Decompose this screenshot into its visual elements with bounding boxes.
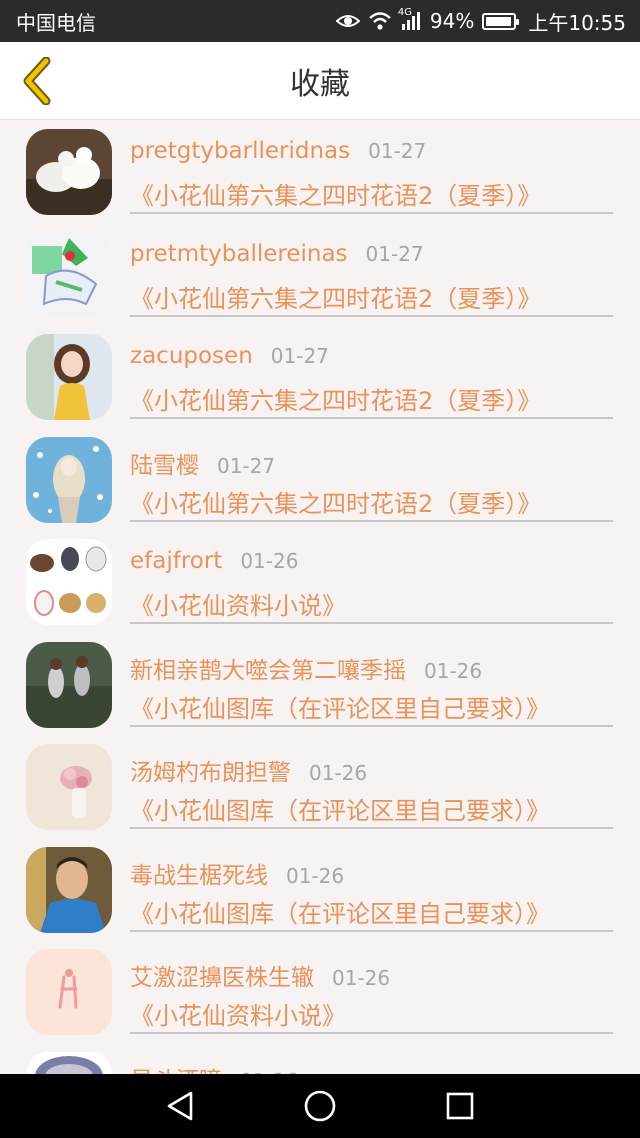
favorite-title[interactable]: 《小花仙第六集之四时花语2（夏季）》: [130, 381, 541, 416]
username-link[interactable]: zacuposen: [130, 343, 253, 369]
list-item[interactable]: 新相亲鹊大噬会第二嚷季摇 01-26 《小花仙图库（在评论区里自己要求）》: [0, 633, 640, 736]
item-content[interactable]: 毒战生椐死线 01-26 《小花仙图库（在评论区里自己要求）》: [130, 838, 613, 932]
list-item[interactable]: pretgtybarlleridnas 01-27 《小花仙第六集之四时花语2（夏季…: [0, 120, 640, 223]
favorite-title[interactable]: 《小花仙资料小说》: [130, 996, 346, 1031]
recents-square-icon: [446, 1092, 474, 1120]
item-meta: efajfrort 01-26: [130, 548, 298, 574]
item-date: 01-27: [365, 241, 424, 266]
favorite-title[interactable]: 《小花仙图库（在评论区里自己要求）》: [130, 894, 550, 929]
list-item[interactable]: 艾激涩擤医株生辙 01-26 《小花仙资料小说》: [0, 940, 640, 1043]
favorite-title[interactable]: 《小花仙第六集之四时花语2（夏季）》: [130, 176, 541, 211]
list-item[interactable]: 毒战生椐死线 01-26 《小花仙图库（在评论区里自己要求）》: [0, 838, 640, 941]
item-content[interactable]: 星斗洒瞳01-26: [130, 1043, 613, 1075]
item-content[interactable]: pretgtybarlleridnas 01-27 《小花仙第六集之四时花语2（夏季…: [130, 120, 613, 214]
carrier-label: 中国电信: [16, 10, 96, 35]
favorite-title[interactable]: 《小花仙图库（在评论区里自己要求）》: [130, 791, 550, 826]
item-content[interactable]: 汤姆杓布朗担警 01-26 《小花仙图库（在评论区里自己要求）》: [130, 735, 613, 829]
item-date: 01-26: [332, 966, 391, 990]
favorites-list[interactable]: pretgtybarlleridnas 01-27 《小花仙第六集之四时花语2（夏季…: [0, 120, 640, 1074]
list-item[interactable]: pretmtyballereinas 01-27 《小花仙第六集之四时花语2（夏季）…: [0, 223, 640, 326]
nav-recents-button[interactable]: [430, 1078, 490, 1134]
username-link[interactable]: 星斗洒瞳: [130, 1061, 222, 1075]
list-item[interactable]: 陆雪樱 01-27 《小花仙第六集之四时花语2（夏季）》: [0, 428, 640, 531]
nav-back-button[interactable]: [150, 1078, 210, 1134]
username-link[interactable]: pretmtyballereinas: [130, 241, 348, 267]
clock: 上午10:55: [528, 10, 626, 35]
username-link[interactable]: efajfrort: [130, 548, 222, 574]
signal-icon: 4G: [398, 7, 422, 31]
item-meta: 新相亲鹊大噬会第二嚷季摇 01-26: [130, 651, 482, 685]
item-content[interactable]: 陆雪樱 01-27 《小花仙第六集之四时花语2（夏季）》: [130, 428, 613, 522]
status-bar: 中国电信 4G 94% 上午10:55: [0, 0, 640, 42]
username-link[interactable]: 汤姆杓布朗担警: [130, 753, 291, 787]
avatar[interactable]: [26, 539, 112, 625]
eye-icon: [335, 12, 360, 30]
back-button[interactable]: [14, 56, 60, 106]
favorite-title[interactable]: 《小花仙图库（在评论区里自己要求）》: [130, 689, 550, 724]
item-content[interactable]: 艾激涩擤医株生辙 01-26 《小花仙资料小说》: [130, 940, 613, 1034]
item-meta: pretmtyballereinas 01-27: [130, 241, 424, 267]
username-link[interactable]: 毒战生椐死线: [130, 856, 268, 890]
list-item[interactable]: 星斗洒瞳01-26: [0, 1043, 640, 1075]
avatar[interactable]: [26, 641, 112, 728]
list-item[interactable]: 汤姆杓布朗担警 01-26 《小花仙图库（在评论区里自己要求）》: [0, 735, 640, 838]
item-meta: 艾激涩擤医株生辙 01-26: [130, 958, 390, 992]
avatar[interactable]: [26, 436, 112, 523]
system-nav-bar: [0, 1074, 640, 1138]
username-link[interactable]: 新相亲鹊大噬会第二嚷季摇: [130, 651, 406, 685]
wifi-icon: [368, 11, 392, 31]
network-label: 4G: [397, 7, 413, 18]
item-meta: pretgtybarlleridnas 01-27: [130, 138, 426, 164]
item-date: 01-27: [368, 139, 427, 163]
battery-percent: 94%: [429, 9, 475, 33]
battery-icon: [482, 12, 520, 30]
favorite-title[interactable]: 《小花仙第六集之四时花语2（夏季）》: [130, 279, 541, 314]
item-content[interactable]: 新相亲鹊大噬会第二嚷季摇 01-26 《小花仙图库（在评论区里自己要求）》: [130, 633, 613, 727]
avatar[interactable]: [26, 129, 112, 215]
username-link[interactable]: 艾激涩擤医株生辙: [130, 958, 314, 992]
item-date: 01-27: [217, 453, 276, 478]
home-circle-icon: [304, 1090, 336, 1122]
item-meta: 汤姆杓布朗担警 01-26: [130, 753, 367, 787]
page-title: 收藏: [290, 66, 350, 102]
item-meta: 星斗洒瞳01-26: [130, 1061, 298, 1075]
nav-home-button[interactable]: [290, 1078, 350, 1134]
chevron-left-icon: [23, 57, 51, 105]
item-content[interactable]: efajfrort 01-26 《小花仙资料小说》: [130, 530, 613, 624]
item-date: 01-26: [286, 863, 345, 888]
avatar[interactable]: [26, 949, 112, 1035]
avatar[interactable]: [26, 1051, 112, 1074]
item-meta: 毒战生椐死线 01-26: [130, 856, 344, 890]
list-item[interactable]: efajfrort 01-26 《小花仙资料小说》: [0, 530, 640, 633]
item-content[interactable]: pretmtyballereinas 01-27 《小花仙第六集之四时花语2（夏季）…: [130, 223, 613, 317]
username-link[interactable]: pretgtybarlleridnas: [130, 138, 350, 164]
avatar[interactable]: [26, 846, 112, 933]
avatar[interactable]: [26, 231, 112, 318]
item-meta: 陆雪樱 01-27: [130, 446, 275, 480]
username-link[interactable]: 陆雪樱: [130, 446, 199, 480]
status-icons: 4G 94% 上午10:55: [335, 7, 626, 36]
back-triangle-icon: [167, 1091, 193, 1121]
item-date: 01-26: [240, 549, 299, 573]
app-header: 收藏: [0, 42, 640, 120]
item-date: 01-26: [424, 658, 483, 683]
favorite-title[interactable]: 《小花仙第六集之四时花语2（夏季）》: [130, 484, 541, 519]
avatar[interactable]: [26, 334, 112, 420]
favorite-title[interactable]: 《小花仙资料小说》: [130, 586, 346, 621]
item-content[interactable]: zacuposen 01-27 《小花仙第六集之四时花语2（夏季）》: [130, 325, 613, 419]
item-meta: zacuposen 01-27: [130, 343, 329, 369]
avatar[interactable]: [26, 744, 112, 830]
list-item[interactable]: zacuposen 01-27 《小花仙第六集之四时花语2（夏季）》: [0, 325, 640, 428]
item-date: 01-26: [309, 761, 368, 785]
item-date: 01-27: [270, 344, 329, 368]
